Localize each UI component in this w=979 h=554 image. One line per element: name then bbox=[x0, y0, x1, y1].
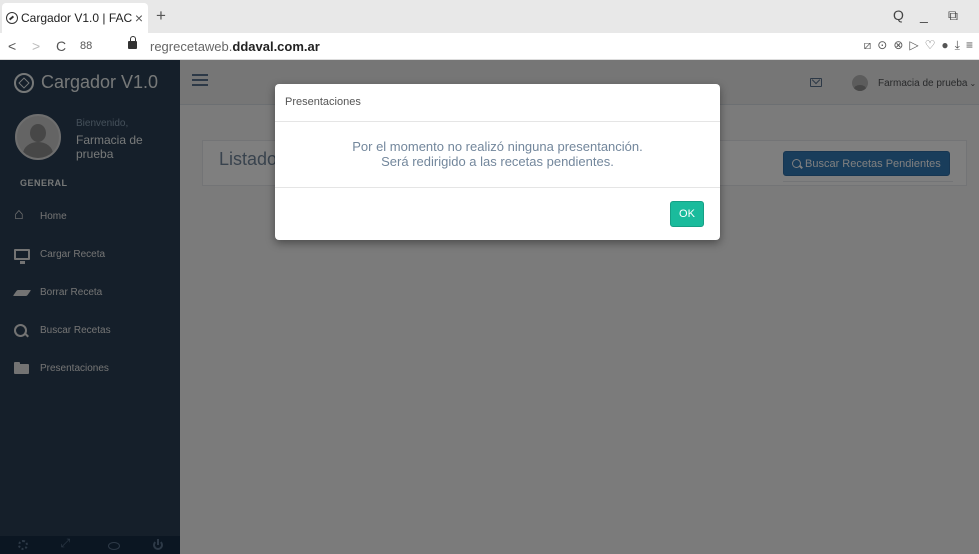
url-prefix: regrecetaweb. bbox=[150, 39, 233, 54]
ext-icon-3[interactable]: ⊗ bbox=[893, 38, 903, 53]
ext-icon-4[interactable]: ▷ bbox=[909, 38, 918, 53]
restore-icon[interactable]: ⧉ bbox=[948, 7, 958, 24]
presentaciones-modal: Presentaciones Por el momento no realizó… bbox=[275, 84, 720, 240]
back-icon[interactable]: < bbox=[8, 38, 16, 54]
modal-message-line2: Será redirigido a las recetas pendientes… bbox=[381, 154, 614, 169]
lock-icon bbox=[128, 36, 137, 49]
minimize-icon[interactable]: _ bbox=[920, 7, 928, 23]
url-domain: ddaval.com.ar bbox=[232, 39, 320, 54]
modal-message-line1: Por el momento no realizó ninguna presen… bbox=[352, 139, 643, 154]
download-icon[interactable]: ⤓ bbox=[955, 38, 960, 53]
reload-icon[interactable]: C bbox=[56, 38, 66, 54]
ext-icon-5[interactable]: ♡ bbox=[925, 38, 936, 53]
browser-search-icon[interactable]: Q bbox=[893, 7, 904, 23]
ext-icon-2[interactable]: ⊙ bbox=[877, 38, 887, 53]
apps-grid-icon[interactable]: 88 bbox=[80, 40, 92, 52]
modal-body: Por el momento no realizó ninguna presen… bbox=[275, 122, 720, 188]
forward-icon[interactable]: > bbox=[32, 38, 40, 54]
tab-close-icon[interactable]: × bbox=[132, 10, 146, 26]
url-field[interactable]: regrecetaweb.ddaval.com.ar bbox=[150, 39, 320, 54]
new-tab-button[interactable]: + bbox=[156, 6, 166, 26]
ok-button[interactable]: OK bbox=[670, 201, 704, 227]
ext-icon-1[interactable]: ⧄ bbox=[864, 38, 872, 53]
browser-tab[interactable]: Cargador V1.0 | FACAF × bbox=[2, 3, 148, 33]
profile-icon[interactable]: ● bbox=[941, 38, 948, 53]
browser-tab-bar: Cargador V1.0 | FACAF × + Q _ ⧉ bbox=[0, 0, 979, 33]
modal-header: Presentaciones bbox=[275, 84, 720, 122]
browser-menu-icon[interactable]: ≡ bbox=[966, 38, 973, 53]
modal-title: Presentaciones bbox=[285, 96, 361, 108]
address-bar: < > C 88 regrecetaweb.ddaval.com.ar ⧄ ⊙ … bbox=[0, 33, 979, 60]
extension-icons: ⧄ ⊙ ⊗ ▷ ♡ ● ⤓ ≡ bbox=[864, 38, 973, 53]
tab-title: Cargador V1.0 | FACAF bbox=[21, 11, 132, 25]
site-favicon-icon bbox=[6, 12, 18, 24]
